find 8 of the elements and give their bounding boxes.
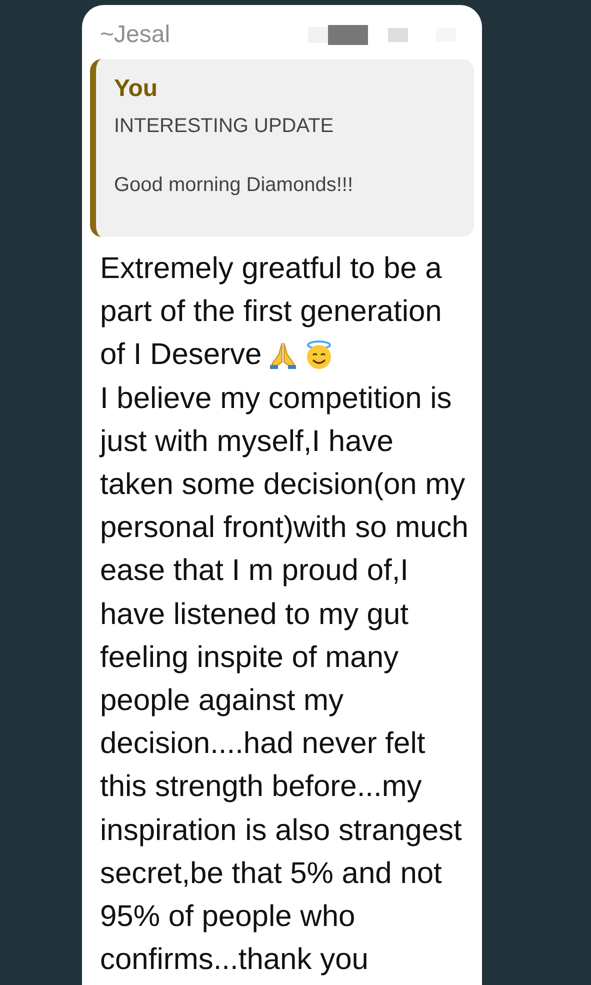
sender-name: ~Jesal [100,21,170,49]
quote-author: You [114,75,159,103]
quote-text: Good morning Diamonds!!! [114,174,354,197]
message-text: I believe my competition is just with myself,I have taken some decision(on my personal front)with so much ease that I m proud of,I have listened to my gut feeling inspite of many people against my decision....had never felt this strength before...my inspiration is also strangest secret,be that 5% and not 95% of people who confirms...thank you [100,382,468,976]
message-text: of I Deserve [100,337,262,374]
quoted-message[interactable]: You INTERESTING UPDATE Good morning Diamonds!!! [90,59,474,237]
quote-title: INTERESTING UPDATE [114,115,335,138]
folded-hands-icon [268,340,298,370]
